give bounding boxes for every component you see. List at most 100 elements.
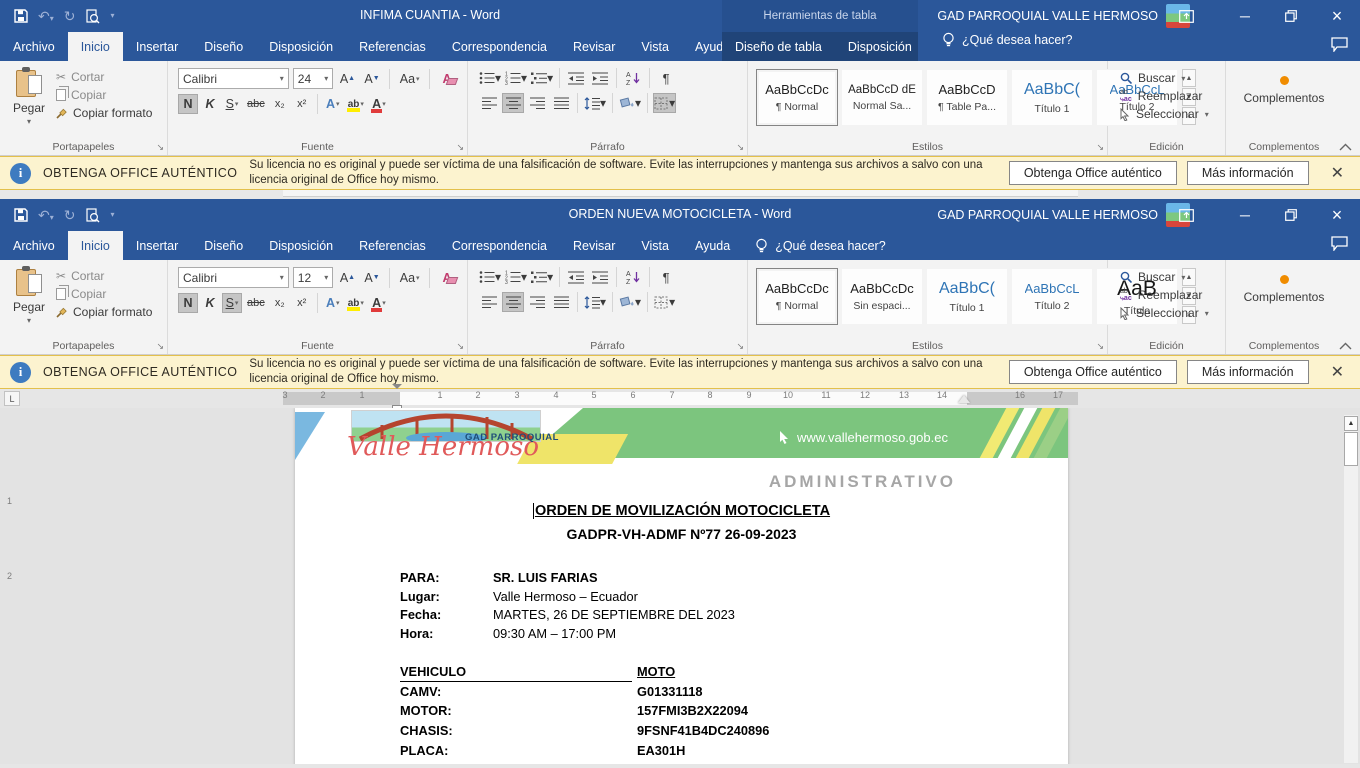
font-name-combobox[interactable]: Calibri▾ bbox=[178, 267, 289, 288]
align-center-button[interactable] bbox=[502, 292, 524, 312]
find-button[interactable]: Buscar▾ bbox=[1120, 270, 1213, 284]
tab-diseno-de-tabla[interactable]: Diseño de tabla bbox=[722, 32, 835, 61]
tab-revisar[interactable]: Revisar bbox=[560, 32, 628, 61]
tab-referencias[interactable]: Referencias bbox=[346, 32, 439, 61]
tab-archivo[interactable]: Archivo bbox=[0, 32, 68, 61]
horizontal-ruler[interactable]: L 3 2 1 1 2 3 4 5 6 7 8 9 10 11 12 13 14… bbox=[0, 389, 1360, 408]
redo-icon[interactable]: ↻ bbox=[64, 9, 76, 23]
paste-button[interactable]: Pegar ▾ bbox=[4, 66, 54, 126]
font-name-combobox[interactable]: Calibri▾ bbox=[178, 68, 289, 89]
italic-button[interactable]: K bbox=[200, 94, 220, 114]
dialog-launcher-icon[interactable]: ↘ bbox=[1096, 142, 1104, 153]
copy-button[interactable]: Copiar bbox=[56, 287, 152, 301]
bullets-button[interactable]: ▾ bbox=[478, 267, 502, 287]
underline-button[interactable]: S▾ bbox=[222, 94, 242, 114]
paste-button[interactable]: Pegar ▾ bbox=[4, 265, 54, 325]
dialog-launcher-icon[interactable]: ↘ bbox=[456, 341, 464, 352]
bullets-button[interactable]: ▾ bbox=[478, 68, 502, 88]
tell-me-box[interactable]: ¿Qué desea hacer? bbox=[930, 32, 1085, 48]
style-normal-sa[interactable]: AaBbCcD dENormal Sa... bbox=[841, 69, 923, 126]
font-color-button[interactable]: A▾ bbox=[369, 293, 389, 313]
style-titulo-1[interactable]: AaBbC(Título 1 bbox=[1011, 69, 1093, 126]
tab-inicio[interactable]: Inicio bbox=[68, 231, 123, 260]
dialog-launcher-icon[interactable]: ↘ bbox=[456, 142, 464, 153]
grow-font-button[interactable]: A▲ bbox=[337, 69, 358, 89]
ribbon-display-options-icon[interactable] bbox=[1166, 0, 1206, 32]
change-case-button[interactable]: Aa▾ bbox=[397, 268, 422, 288]
align-right-button[interactable] bbox=[526, 292, 548, 312]
tab-vista[interactable]: Vista bbox=[628, 32, 682, 61]
cut-button[interactable]: ✂Cortar bbox=[56, 269, 152, 283]
superscript-button[interactable]: x² bbox=[292, 94, 312, 114]
dialog-launcher-icon[interactable]: ↘ bbox=[736, 341, 744, 352]
addins-button[interactable]: Complementos bbox=[1230, 265, 1338, 304]
style-sin-espaciado[interactable]: AaBbCcDcSin espaci... bbox=[841, 268, 923, 325]
collapse-ribbon-icon[interactable] bbox=[1339, 143, 1352, 151]
dialog-launcher-icon[interactable]: ↘ bbox=[156, 341, 164, 352]
dismiss-banner-icon[interactable]: ✕ bbox=[1331, 163, 1344, 183]
right-indent-marker[interactable] bbox=[958, 395, 970, 403]
tab-correspondencia[interactable]: Correspondencia bbox=[439, 32, 560, 61]
clear-formatting-button[interactable]: A bbox=[437, 69, 457, 89]
select-button[interactable]: Seleccionar▾ bbox=[1120, 306, 1213, 320]
dialog-launcher-icon[interactable]: ↘ bbox=[156, 142, 164, 153]
save-icon[interactable] bbox=[14, 208, 28, 222]
tab-selector[interactable]: L bbox=[4, 391, 20, 406]
undo-icon[interactable]: ↶▾ bbox=[38, 208, 54, 222]
strikethrough-button[interactable]: abc bbox=[244, 94, 268, 114]
shrink-font-button[interactable]: A▼ bbox=[362, 268, 383, 288]
increase-indent-button[interactable] bbox=[589, 267, 611, 287]
cut-button[interactable]: ✂Cortar bbox=[56, 70, 152, 84]
paste-dropdown-icon[interactable]: ▾ bbox=[27, 117, 31, 126]
tab-insertar[interactable]: Insertar bbox=[123, 32, 191, 61]
close-button[interactable]: × bbox=[1314, 0, 1360, 32]
show-paragraph-marks-button[interactable]: ¶ bbox=[655, 267, 677, 287]
comments-icon[interactable] bbox=[1331, 236, 1348, 251]
minimize-button[interactable]: ─ bbox=[1222, 199, 1268, 231]
print-preview-icon[interactable] bbox=[85, 9, 100, 24]
dismiss-banner-icon[interactable]: ✕ bbox=[1331, 362, 1344, 382]
line-spacing-button[interactable]: ▾ bbox=[583, 93, 607, 113]
multilevel-list-button[interactable]: ▾ bbox=[530, 267, 554, 287]
align-center-button[interactable] bbox=[502, 93, 524, 113]
sort-button[interactable]: AZ bbox=[622, 68, 644, 88]
borders-button[interactable]: ▾ bbox=[653, 93, 676, 113]
grow-font-button[interactable]: A▲ bbox=[337, 268, 358, 288]
tab-referencias[interactable]: Referencias bbox=[346, 231, 439, 260]
style-normal[interactable]: AaBbCcDc¶ Normal bbox=[756, 268, 838, 325]
decrease-indent-button[interactable] bbox=[565, 267, 587, 287]
redo-icon[interactable]: ↻ bbox=[64, 208, 76, 222]
show-paragraph-marks-button[interactable]: ¶ bbox=[655, 68, 677, 88]
tab-disposicion-tabla[interactable]: Disposición bbox=[835, 32, 925, 61]
find-button[interactable]: Buscar▾ bbox=[1120, 71, 1213, 85]
text-effects-button[interactable]: A▾ bbox=[323, 94, 343, 114]
document-area[interactable]: 1 2 Valle Hermoso GAD PARROQUIAL bbox=[0, 408, 1360, 764]
paste-dropdown-icon[interactable]: ▾ bbox=[27, 316, 31, 325]
qat-customize-icon[interactable]: ▾ bbox=[110, 12, 114, 20]
style-titulo-2[interactable]: AaBbCcLTítulo 2 bbox=[1011, 268, 1093, 325]
comments-icon[interactable] bbox=[1331, 37, 1348, 52]
align-left-button[interactable] bbox=[478, 93, 500, 113]
save-icon[interactable] bbox=[14, 9, 28, 23]
shading-button[interactable]: ▾ bbox=[618, 292, 642, 312]
close-button[interactable]: × bbox=[1314, 199, 1360, 231]
indent-markers[interactable] bbox=[392, 389, 403, 408]
tab-vista[interactable]: Vista bbox=[628, 231, 682, 260]
undo-icon[interactable]: ↶▾ bbox=[38, 9, 54, 23]
numbering-button[interactable]: 123▾ bbox=[504, 267, 528, 287]
more-info-button[interactable]: Más información bbox=[1187, 161, 1309, 185]
highlight-button[interactable]: ab▾ bbox=[345, 293, 367, 313]
highlight-button[interactable]: ab▾ bbox=[345, 94, 367, 114]
increase-indent-button[interactable] bbox=[589, 68, 611, 88]
print-preview-icon[interactable] bbox=[85, 208, 100, 223]
font-size-combobox[interactable]: 24▾ bbox=[293, 68, 333, 89]
font-color-button[interactable]: A▾ bbox=[369, 94, 389, 114]
subscript-button[interactable]: x₂ bbox=[270, 94, 290, 114]
ribbon-display-options-icon[interactable] bbox=[1166, 199, 1206, 231]
strikethrough-button[interactable]: abc bbox=[244, 293, 268, 313]
underline-button[interactable]: S▾ bbox=[222, 293, 242, 313]
decrease-indent-button[interactable] bbox=[565, 68, 587, 88]
multilevel-list-button[interactable]: ▾ bbox=[530, 68, 554, 88]
tab-revisar[interactable]: Revisar bbox=[560, 231, 628, 260]
align-right-button[interactable] bbox=[526, 93, 548, 113]
